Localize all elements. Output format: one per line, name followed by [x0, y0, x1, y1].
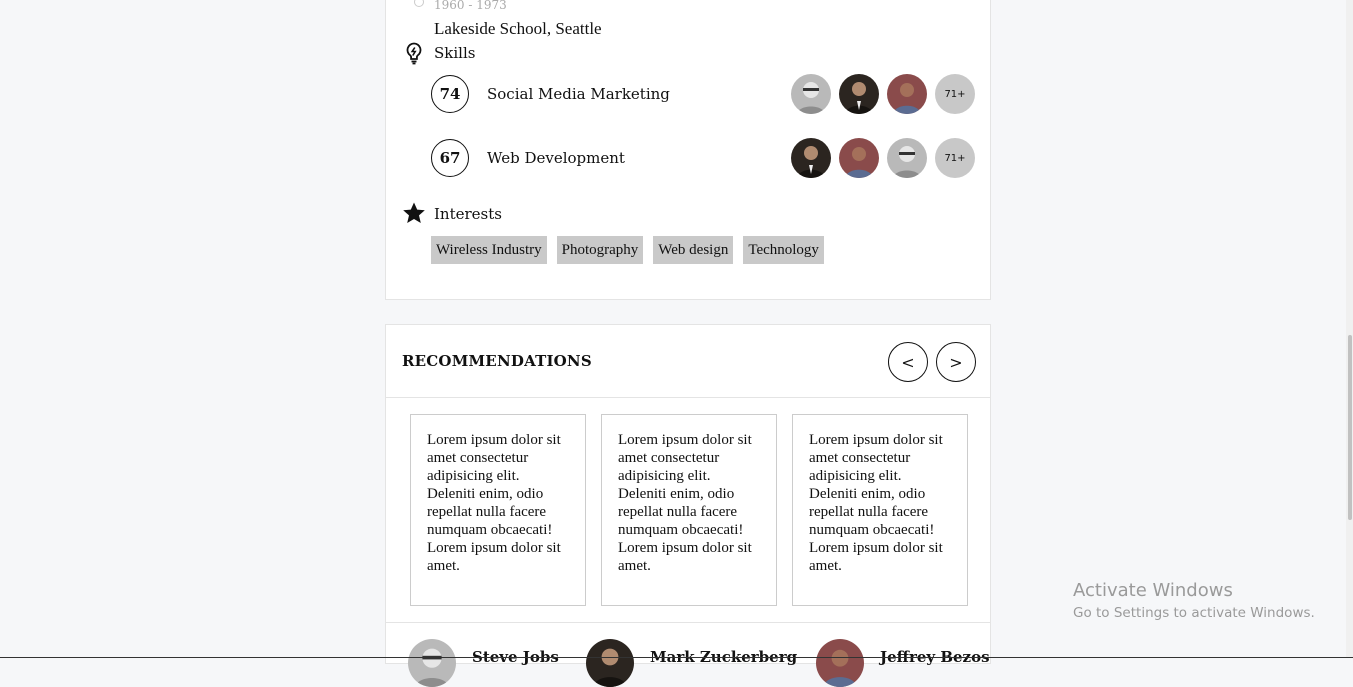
lightbulb-icon	[406, 42, 422, 65]
skill-score: 67	[431, 139, 469, 177]
education-years: 1960 - 1973	[434, 0, 507, 12]
avatar[interactable]	[791, 138, 831, 178]
interest-tag[interactable]: Photography	[556, 236, 644, 264]
interest-tag[interactable]: Technology	[743, 236, 824, 264]
endorser-avatars: 71+	[791, 74, 975, 114]
interest-tag[interactable]: Wireless Industry	[431, 236, 547, 264]
timeline-dot-icon	[414, 0, 424, 7]
avatar[interactable]	[791, 74, 831, 114]
skill-name: Social Media Marketing	[487, 85, 670, 103]
avatar	[408, 639, 456, 687]
interest-tags: Wireless Industry Photography Web design…	[431, 236, 824, 264]
star-icon	[403, 202, 425, 223]
recommendations-card: RECOMMENDATIONS < > Lorem ipsum dolor si…	[385, 324, 991, 687]
recommender[interactable]: Steve Jobs	[408, 639, 559, 687]
recommendation-quote: Lorem ipsum dolor sit amet consectetur a…	[410, 414, 586, 606]
recommenders-row: Steve Jobs Mark Zuckerberg Jeffrey Bezos	[386, 622, 990, 687]
recommendations-header: RECOMMENDATIONS < >	[386, 325, 990, 398]
watermark-title: Activate Windows	[1073, 580, 1233, 601]
education-school: Lakeside School, Seattle	[434, 19, 602, 38]
skill-row[interactable]: 74 Social Media Marketing 71+	[430, 74, 978, 116]
more-endorsers-badge[interactable]: 71+	[935, 138, 975, 178]
scrollbar-thumb[interactable]	[1348, 335, 1352, 520]
skill-score: 74	[431, 75, 469, 113]
previous-button[interactable]: <	[888, 342, 928, 382]
avatar[interactable]	[887, 138, 927, 178]
avatar[interactable]	[839, 138, 879, 178]
skill-name: Web Development	[487, 149, 625, 167]
more-endorsers-badge[interactable]: 71+	[935, 74, 975, 114]
activation-watermark: Activate Windows Go to Settings to activ…	[1073, 580, 1315, 621]
avatar	[816, 639, 864, 687]
recommendation-quote: Lorem ipsum dolor sit amet consectetur a…	[601, 414, 777, 606]
skills-title: Skills	[434, 44, 476, 62]
watermark-subtitle: Go to Settings to activate Windows.	[1073, 605, 1315, 621]
recommender[interactable]: Jeffrey Bezos	[816, 639, 990, 687]
interest-tag[interactable]: Web design	[653, 236, 734, 264]
interests-title: Interests	[434, 205, 502, 223]
recommendation-quote: Lorem ipsum dolor sit amet consectetur a…	[792, 414, 968, 606]
avatar	[586, 639, 634, 687]
profile-card: 1960 - 1973 Lakeside School, Seattle Ski…	[385, 0, 991, 300]
recommender[interactable]: Mark Zuckerberg	[586, 639, 797, 687]
avatar[interactable]	[839, 74, 879, 114]
recommendations-title: RECOMMENDATIONS	[402, 352, 592, 370]
skill-row[interactable]: 67 Web Development 71+	[430, 138, 978, 180]
vertical-scrollbar[interactable]	[1346, 0, 1353, 658]
avatar[interactable]	[887, 74, 927, 114]
endorser-avatars: 71+	[791, 138, 975, 178]
next-button[interactable]: >	[936, 342, 976, 382]
